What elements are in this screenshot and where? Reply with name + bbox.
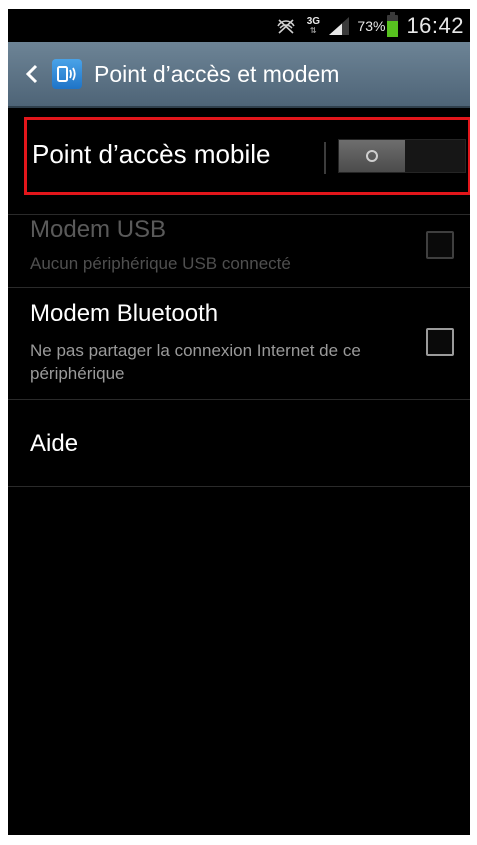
status-icons: 3G ⇅ 73% 16:42 <box>275 9 464 42</box>
usb-modem-subtitle: Aucun périphérique USB connecté <box>30 254 291 273</box>
hotspot-label: Point d’accès mobile <box>32 139 271 169</box>
data-arrows-icon: ⇅ <box>310 25 317 35</box>
usb-modem-checkbox <box>426 231 454 259</box>
help-title: Aide <box>30 430 79 457</box>
status-bar: 3G ⇅ 73% 16:42 <box>8 9 470 42</box>
battery-percent: 73% <box>357 17 386 34</box>
chevron-left-icon[interactable] <box>18 54 46 94</box>
battery-fill <box>387 20 399 37</box>
hotspot-icon[interactable] <box>52 59 82 89</box>
switch-divider <box>324 142 326 174</box>
bluetooth-modem-row[interactable]: Modem Bluetooth Ne pas partager la conne… <box>8 288 470 400</box>
clock: 16:42 <box>406 12 464 38</box>
phone-screen: 3G ⇅ 73% 16:42 Point d’accès et modem Po… <box>8 9 470 835</box>
hotspot-row[interactable]: Point d’accès mobile <box>8 108 470 215</box>
no-signal-icon <box>275 17 297 35</box>
bluetooth-modem-checkbox[interactable] <box>426 328 454 356</box>
help-row[interactable]: Aide <box>8 400 470 487</box>
hotspot-toggle[interactable] <box>338 139 466 173</box>
signal-strength-icon <box>329 16 350 35</box>
network-3g-icon: 3G ⇅ <box>305 15 321 35</box>
toggle-thumb <box>339 140 405 172</box>
usb-modem-row: Modem USB Aucun périphérique USB connect… <box>8 202 470 288</box>
toggle-off-icon <box>366 150 378 162</box>
bluetooth-modem-subtitle: Ne pas partager la connexion Internet de… <box>30 341 361 383</box>
usb-modem-title: Modem USB <box>30 216 167 243</box>
battery-icon <box>387 11 399 37</box>
network-type: 3G <box>306 15 321 27</box>
page-title: Point d’accès et modem <box>94 60 340 87</box>
title-bar: Point d’accès et modem <box>8 42 470 108</box>
bluetooth-modem-title: Modem Bluetooth <box>30 300 219 327</box>
battery-cap <box>390 11 396 15</box>
